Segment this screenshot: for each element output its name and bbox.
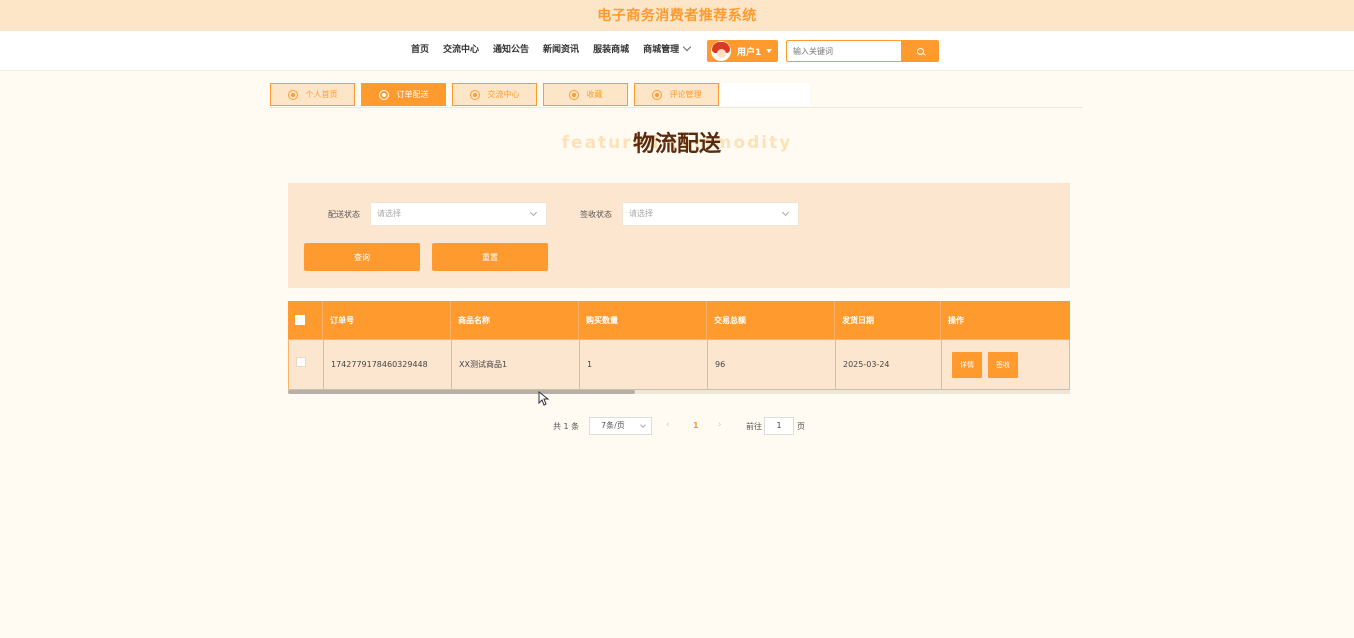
tab-favorites[interactable]: 收藏 xyxy=(543,83,628,106)
column-header: 购买数量 xyxy=(579,301,707,339)
delivery-status-placeholder: 请选择 xyxy=(377,209,401,218)
table-row: 1742779178460329448 XX测试商品1 1 96 2025-03… xyxy=(288,339,1070,390)
radio-circle-icon xyxy=(651,89,662,100)
actions-cell: 详情 签收 xyxy=(942,340,1069,389)
select-all-cell xyxy=(288,301,323,339)
next-page-icon[interactable]: › xyxy=(718,420,722,430)
row-checkbox[interactable] xyxy=(296,357,306,367)
tab-profile[interactable]: 个人首页 xyxy=(270,83,355,106)
search-button[interactable] xyxy=(901,40,939,62)
nav-item-shop[interactable]: 服装商城 xyxy=(593,41,629,60)
chevron-down-icon xyxy=(640,422,646,428)
qty-cell: 1 xyxy=(580,340,708,389)
prev-page-icon[interactable]: ‹ xyxy=(666,420,670,430)
select-all-checkbox[interactable] xyxy=(295,315,305,325)
signed-status-select[interactable]: 请选择 xyxy=(622,202,799,226)
nav-item-home[interactable]: 首页 xyxy=(411,41,429,60)
chevron-down-icon xyxy=(682,42,692,52)
column-header: 操作 xyxy=(948,315,964,325)
horizontal-scrollbar[interactable] xyxy=(288,390,1070,394)
tab-spacer xyxy=(720,83,810,106)
row-select-cell xyxy=(289,340,324,389)
delivery-status-label: 配送状态 xyxy=(328,210,360,219)
nav-item-notice[interactable]: 通知公告 xyxy=(493,41,529,60)
caret-down-icon xyxy=(766,49,773,53)
navbar: 首页 交流中心 通知公告 新闻资讯 服装商城 商城管理 用户1 xyxy=(0,31,1354,71)
mouse-cursor-icon xyxy=(538,391,550,406)
tab-label: 交流中心 xyxy=(487,90,520,99)
user-center-tabs: 个人首页 订单配送 交流中心 收藏 评论管理 xyxy=(270,83,725,106)
sign-button[interactable]: 签收 xyxy=(988,351,1018,378)
nav-item-shop-manage[interactable]: 商城管理 xyxy=(643,41,692,60)
tab-forum[interactable]: 交流中心 xyxy=(452,83,537,106)
table-header: 订单号 商品名称 购买数量 交易总额 发货日期 操作 xyxy=(288,301,1070,339)
radio-circle-icon xyxy=(378,89,389,100)
tab-label: 收藏 xyxy=(586,90,603,99)
tab-label: 个人首页 xyxy=(305,90,338,99)
signed-status-placeholder: 请选择 xyxy=(629,209,653,218)
radio-circle-icon xyxy=(568,89,579,100)
pagination: 共 1 条 7条/页 ‹ 1 › 前往 1 页 xyxy=(0,417,1354,437)
user-name: 用户1 xyxy=(737,47,762,58)
avatar xyxy=(711,41,731,61)
user-menu-button[interactable]: 用户1 xyxy=(707,40,778,62)
total-count: 共 1 条 xyxy=(553,422,580,431)
filter-panel: 配送状态 请选择 签收状态 请选择 查询 重置 xyxy=(288,183,1070,288)
tab-label: 评论管理 xyxy=(669,90,702,99)
order-no-cell: 1742779178460329448 xyxy=(324,340,452,389)
scrollbar-thumb[interactable] xyxy=(288,390,635,394)
goto-label: 前往 xyxy=(746,422,762,431)
search-icon xyxy=(916,47,924,55)
nav-item-forum[interactable]: 交流中心 xyxy=(443,41,479,60)
tab-label: 订单配送 xyxy=(396,90,429,99)
nav-item-news[interactable]: 新闻资讯 xyxy=(543,41,579,60)
radio-circle-icon xyxy=(469,89,480,100)
app-title: 电子商务消费者推荐系统 xyxy=(597,8,757,24)
goto-page-input[interactable]: 1 xyxy=(764,417,794,435)
ship-date-cell: 2025-03-24 xyxy=(836,340,942,389)
search-input[interactable] xyxy=(786,40,908,62)
product-cell: XX测试商品1 xyxy=(452,340,580,389)
tabs-divider xyxy=(270,107,1083,108)
column-header: 订单号 xyxy=(323,301,451,339)
total-cell: 96 xyxy=(708,340,836,389)
column-header: 发货日期 xyxy=(835,301,941,339)
nav-menu: 首页 交流中心 通知公告 新闻资讯 服装商城 商城管理 xyxy=(411,41,704,60)
radio-circle-icon xyxy=(287,89,298,100)
current-page[interactable]: 1 xyxy=(693,421,699,430)
page-size-value: 7条/页 xyxy=(601,421,625,430)
tab-order-delivery[interactable]: 订单配送 xyxy=(361,83,446,106)
page-title: 物流配送 xyxy=(632,132,721,157)
page-heading: featured commodity 物流配送 xyxy=(0,126,1354,160)
delivery-status-select[interactable]: 请选择 xyxy=(370,202,547,226)
column-header: 交易总额 xyxy=(707,301,835,339)
signed-status-label: 签收状态 xyxy=(580,210,612,219)
chevron-down-icon xyxy=(529,208,538,217)
detail-button[interactable]: 详情 xyxy=(952,351,982,378)
chevron-down-icon xyxy=(781,208,790,217)
page-suffix: 页 xyxy=(797,422,805,431)
tab-comments[interactable]: 评论管理 xyxy=(634,83,719,106)
app-header: 电子商务消费者推荐系统 xyxy=(0,0,1354,31)
nav-item-shop-manage-label: 商城管理 xyxy=(643,45,680,55)
reset-button[interactable]: 重置 xyxy=(432,243,548,271)
page-size-select[interactable]: 7条/页 xyxy=(589,417,652,435)
query-button[interactable]: 查询 xyxy=(304,243,420,271)
column-header: 商品名称 xyxy=(451,301,579,339)
